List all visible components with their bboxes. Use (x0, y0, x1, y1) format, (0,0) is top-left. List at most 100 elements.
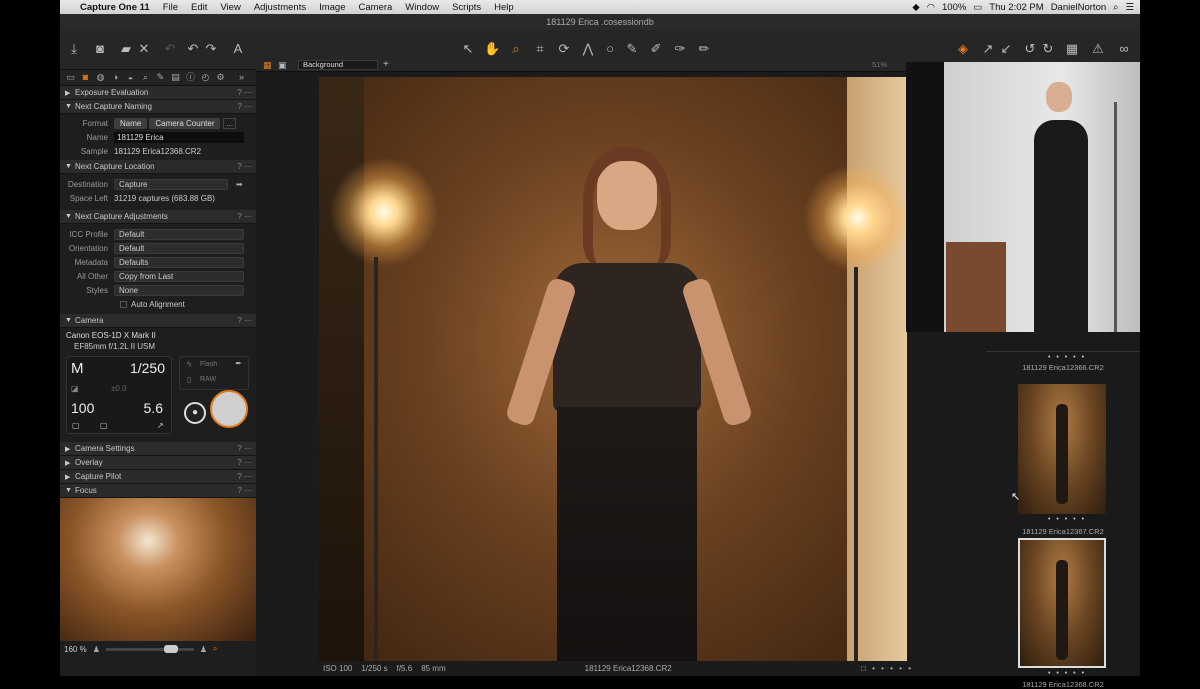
menu-edit[interactable]: Edit (191, 2, 207, 13)
metadata-select[interactable]: Defaults (114, 256, 244, 268)
lens-tab-icon[interactable]: ◍ (95, 72, 106, 83)
thumbnail-12367[interactable] (1018, 384, 1106, 514)
more-tabs-icon[interactable]: » (236, 72, 247, 83)
loupe-icon[interactable]: ⌕ (508, 41, 524, 57)
exposure-comp[interactable]: ±0.0 (111, 384, 127, 393)
flash-icon[interactable]: ϟ (187, 360, 191, 369)
crop-icon[interactable]: ⌗ (532, 41, 548, 57)
menu-icon[interactable]: ☰ (1125, 2, 1134, 13)
styles-select[interactable]: None (114, 284, 244, 296)
picker-icon[interactable]: ✐ (648, 41, 664, 57)
focus-zoom-value[interactable]: 160 % (64, 645, 87, 654)
menu-window[interactable]: Window (405, 2, 439, 13)
help-icon[interactable]: ? ⋯ (237, 444, 252, 453)
aperture-value[interactable]: 5.6 (144, 400, 163, 416)
dropbox-icon[interactable]: ◆ (912, 2, 919, 13)
next-capture-adjustments-header[interactable]: ▼ Next Capture Adjustments ? ⋯ (60, 210, 256, 224)
overlay-header[interactable]: ▶ Overlay ? ⋯ (60, 456, 256, 470)
batch-tab-icon[interactable]: ⚙ (215, 72, 226, 83)
focus-header[interactable]: ▼ Focus ? ⋯ (60, 484, 256, 498)
format-more-button[interactable]: ... (223, 117, 237, 129)
capture-shutter-button[interactable] (210, 390, 248, 428)
exposure-mode[interactable]: M (71, 360, 84, 377)
camera-settings-header[interactable]: ▶ Camera Settings ? ⋯ (60, 442, 256, 456)
eyedropper-icon[interactable]: ✒ (235, 359, 242, 368)
keystone-icon[interactable]: ⋀ (580, 41, 596, 57)
capture-pilot-header[interactable]: ▶ Capture Pilot ? ⋯ (60, 470, 256, 484)
help-icon[interactable]: ? ⋯ (237, 486, 252, 495)
text-icon[interactable]: A (230, 41, 246, 57)
drive-mode-icon[interactable]: ↗ (157, 421, 164, 430)
menu-view[interactable]: View (220, 2, 240, 13)
capture-camera-icon[interactable]: ◙ (92, 41, 108, 57)
help-icon[interactable]: ? ⋯ (237, 458, 252, 467)
help-icon[interactable]: ? ⋯ (237, 88, 252, 97)
library-tab-icon[interactable]: ▭ (65, 72, 76, 83)
single-view-icon[interactable]: ▣ (278, 60, 287, 71)
all-other-select[interactable]: Copy from Last (114, 270, 244, 282)
orientation-select[interactable]: Default (114, 242, 244, 254)
destination-select[interactable]: Capture (114, 178, 228, 190)
menu-help[interactable]: Help (494, 2, 514, 13)
next-capture-location-header[interactable]: ▼ Next Capture Location ? ⋯ (60, 160, 256, 174)
spot-removal-icon[interactable]: ○ (602, 41, 618, 57)
camera-model[interactable]: Canon EOS-1D X Mark II (66, 331, 156, 340)
move-to-folder-icon[interactable]: ▰ (118, 41, 134, 57)
thumbnail-name[interactable]: 181129 Erica12366.CR2 (986, 363, 1140, 372)
help-icon[interactable]: ? ⋯ (237, 316, 252, 325)
copy-adjustments-icon[interactable]: ↗ (980, 41, 996, 57)
user-name[interactable]: DanielNorton (1051, 2, 1106, 13)
details-tab-icon[interactable]: ⌕ (140, 72, 151, 83)
metering-icon[interactable]: ▢ (72, 421, 80, 430)
focus-mode-icon[interactable]: ▢ (100, 421, 108, 430)
apply-adjustments-icon[interactable]: ↙ (998, 41, 1014, 57)
menu-camera[interactable]: Camera (359, 2, 393, 13)
camera-header[interactable]: ▼ Camera ? ⋯ (60, 314, 256, 328)
thumbnail-12368-selected[interactable] (1018, 538, 1106, 668)
battery-label[interactable]: 100% (942, 2, 966, 13)
help-icon[interactable]: ? ⋯ (237, 102, 252, 111)
mask-brush-icon[interactable]: ✑ (672, 41, 688, 57)
help-icon[interactable]: ? ⋯ (237, 472, 252, 481)
wifi-icon[interactable]: ◠ (927, 2, 935, 13)
name-input[interactable]: 181129 Erica (114, 131, 244, 143)
slider-thumb[interactable] (163, 644, 178, 653)
app-menu[interactable]: Capture One 11 (80, 2, 150, 13)
menu-file[interactable]: File (163, 2, 178, 13)
thumb-rating-dots[interactable]: • • • • • (1048, 354, 1086, 361)
exposure-tab-icon[interactable]: ◒ (125, 72, 136, 83)
import-icon[interactable]: ⤓ (66, 41, 82, 57)
thumbnail-name[interactable]: 181129 Erica12367.CR2 (986, 527, 1140, 536)
video-record-button[interactable]: ● (184, 402, 206, 424)
rotate-left-icon[interactable]: ↺ (1022, 41, 1038, 57)
grid-icon[interactable]: ▦ (1064, 41, 1080, 57)
brush-icon[interactable]: ✎ (624, 41, 640, 57)
help-icon[interactable]: ? ⋯ (237, 162, 252, 171)
proof-glasses-icon[interactable]: ∞ (1116, 41, 1132, 57)
next-capture-naming-header[interactable]: ▼ Next Capture Naming ? ⋯ (60, 100, 256, 114)
rotate-icon[interactable]: ⟳ (556, 41, 572, 57)
layers-icon[interactable]: ◈ (955, 41, 971, 57)
icc-profile-select[interactable]: Default (114, 228, 244, 240)
undo-disabled-icon[interactable]: ↶ (162, 41, 178, 57)
camera-counter-token[interactable]: Camera Counter (149, 117, 221, 129)
exposure-evaluation-header[interactable]: ▶ Exposure Evaluation ? ⋯ (60, 86, 256, 100)
shutter-speed[interactable]: 1/250 (130, 360, 165, 376)
color-tab-icon[interactable]: ◑ (110, 72, 121, 83)
rotate-right-icon[interactable]: ↻ (1040, 41, 1056, 57)
help-icon[interactable]: ? ⋯ (237, 212, 252, 221)
rating-dots[interactable]: □ • • • • • (861, 664, 913, 673)
menu-scripts[interactable]: Scripts (452, 2, 481, 13)
search-icon[interactable]: ⌕ (1113, 2, 1118, 13)
warning-icon[interactable]: ⚠ (1090, 41, 1106, 57)
file-icon[interactable]: ▯ (187, 375, 191, 384)
exposure-comp-icon[interactable]: ◪ (71, 384, 79, 393)
thumb-rating-dots[interactable]: • • • • • (1048, 516, 1086, 523)
main-photo[interactable] (319, 77, 907, 661)
add-variant-icon[interactable]: + (383, 59, 389, 70)
iso-value[interactable]: 100 (71, 400, 94, 416)
pan-hand-icon[interactable]: ✋ (484, 41, 500, 57)
menu-adjustments[interactable]: Adjustments (254, 2, 306, 13)
select-cursor-icon[interactable]: ↖ (460, 41, 476, 57)
grid-view-icon[interactable]: ▦ (263, 60, 272, 71)
